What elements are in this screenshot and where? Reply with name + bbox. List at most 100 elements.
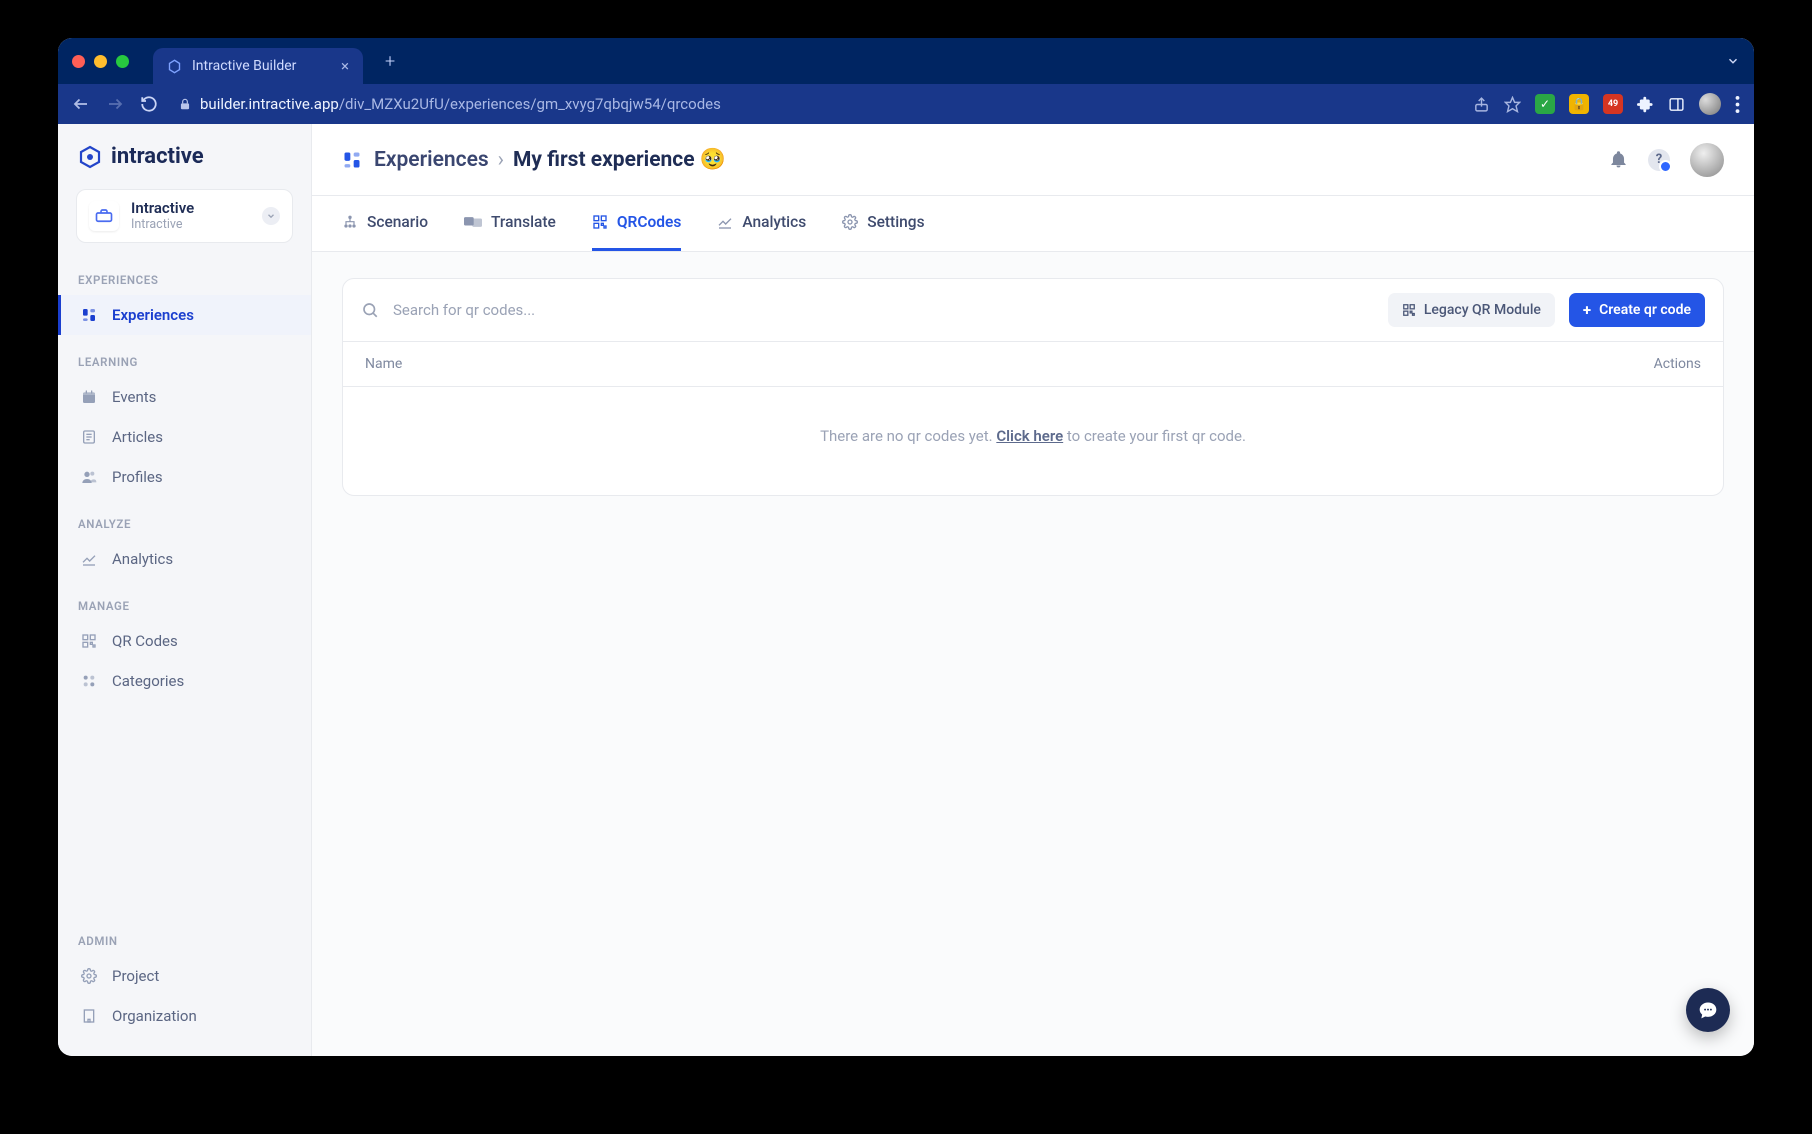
article-icon	[81, 429, 98, 445]
tab-settings[interactable]: Settings	[842, 196, 924, 251]
window-zoom-button[interactable]	[116, 55, 129, 68]
chart-icon	[717, 214, 733, 230]
browser-window: Intractive Builder × + builder.intra	[58, 38, 1754, 1056]
sidebar-item-categories[interactable]: Categories	[58, 661, 311, 701]
logo-text: intractive	[111, 144, 204, 169]
notifications-button[interactable]	[1609, 150, 1628, 169]
nav-section-title: ADMIN	[58, 914, 311, 956]
help-button[interactable]: ?	[1648, 149, 1670, 171]
breadcrumb: Experiences › My first experience 🥹	[374, 148, 726, 172]
chat-fab[interactable]	[1686, 988, 1730, 1032]
button-label: Create qr code	[1599, 302, 1691, 318]
nav-section-title: MANAGE	[58, 579, 311, 621]
url-field[interactable]: builder.intractive.app/div_MZXu2UfU/expe…	[172, 89, 1459, 119]
sidebar-item-project[interactable]: Project	[58, 956, 311, 996]
window-close-button[interactable]	[72, 55, 85, 68]
org-icon	[89, 201, 119, 231]
nav-section-title: EXPERIENCES	[58, 253, 311, 295]
sidebar-item-profiles[interactable]: Profiles	[58, 457, 311, 497]
sidebar-item-label: Profiles	[112, 468, 163, 486]
window-minimize-button[interactable]	[94, 55, 107, 68]
search-icon	[361, 301, 379, 319]
empty-state: There are no qr codes yet. Click here to…	[343, 387, 1723, 495]
new-tab-button[interactable]: +	[377, 51, 403, 72]
col-actions: Actions	[1654, 356, 1701, 372]
qr-table-card: Legacy QR Module + Create qr code Name A…	[342, 278, 1724, 496]
sidebar-item-label: Project	[112, 967, 159, 985]
create-qr-code-button[interactable]: + Create qr code	[1569, 293, 1705, 327]
empty-text-pre: There are no qr codes yet.	[820, 427, 996, 445]
button-label: Legacy QR Module	[1424, 302, 1541, 318]
building-icon	[81, 1008, 98, 1024]
tab-label: Translate	[491, 213, 556, 231]
expand-tabs-button[interactable]	[1726, 54, 1740, 68]
sidebar: intractive Intractive Intractive EXPERIE…	[58, 124, 312, 1056]
tab-label: Analytics	[742, 213, 806, 231]
calendar-icon	[81, 389, 98, 405]
main-area: Experiences › My first experience 🥹 ? Sc…	[312, 124, 1754, 1056]
page-tabs: Scenario Translate QRCodes Analytics Setting…	[312, 196, 1754, 252]
profile-avatar[interactable]	[1699, 93, 1721, 115]
extension-icon[interactable]: ✓	[1535, 94, 1555, 114]
chart-icon	[81, 551, 98, 567]
content: Legacy QR Module + Create qr code Name A…	[312, 252, 1754, 1056]
sidebar-item-articles[interactable]: Articles	[58, 417, 311, 457]
back-button[interactable]	[72, 95, 88, 113]
extensions-menu-icon[interactable]	[1637, 96, 1654, 113]
qr-icon	[1402, 303, 1416, 317]
tab-analytics[interactable]: Analytics	[717, 196, 806, 251]
breadcrumb-root[interactable]: Experiences	[374, 148, 489, 172]
share-icon[interactable]	[1473, 96, 1490, 113]
extension-icon[interactable]: 🔒	[1569, 94, 1589, 114]
sidebar-item-label: Experiences	[112, 306, 194, 324]
qr-icon	[81, 633, 98, 649]
org-switcher[interactable]: Intractive Intractive	[76, 189, 293, 243]
sidebar-item-qr-codes[interactable]: QR Codes	[58, 621, 311, 661]
browser-tab-active[interactable]: Intractive Builder ×	[153, 48, 363, 84]
tab-qrcodes[interactable]: QRCodes	[592, 196, 681, 251]
sidebar-item-organization[interactable]: Organization	[58, 996, 311, 1036]
macos-traffic-lights	[72, 55, 129, 68]
url-host: builder.intractive.app	[200, 95, 339, 113]
sidebar-item-label: QR Codes	[112, 632, 178, 650]
forward-button[interactable]	[106, 95, 122, 113]
reload-button[interactable]	[140, 95, 158, 113]
sidebar-item-events[interactable]: Events	[58, 377, 311, 417]
plus-icon: +	[1583, 301, 1591, 319]
sidebar-item-label: Events	[112, 388, 156, 406]
tab-scenario[interactable]: Scenario	[342, 196, 428, 251]
sidebar-item-label: Articles	[112, 428, 163, 446]
extension-icon[interactable]: 49	[1603, 94, 1623, 114]
profiles-icon	[81, 469, 98, 485]
browser-tab-strip: Intractive Builder × +	[58, 38, 1754, 84]
logo-icon	[78, 145, 102, 169]
tree-icon	[342, 214, 358, 230]
breadcrumb-current: My first experience 🥹	[513, 148, 726, 172]
widgets-icon	[342, 150, 362, 170]
browser-tab-title: Intractive Builder	[192, 58, 296, 74]
nav-section-title: ANALYZE	[58, 497, 311, 539]
browser-menu-icon[interactable]	[1735, 96, 1740, 113]
tab-label: Scenario	[367, 213, 428, 231]
legacy-qr-module-button[interactable]: Legacy QR Module	[1388, 293, 1555, 327]
search-input[interactable]	[391, 300, 771, 320]
gear-icon	[842, 214, 858, 230]
col-name: Name	[365, 356, 402, 372]
tab-label: Settings	[867, 213, 924, 231]
bookmark-icon[interactable]	[1504, 96, 1521, 113]
side-panel-icon[interactable]	[1668, 96, 1685, 113]
page-header: Experiences › My first experience 🥹 ?	[312, 124, 1754, 196]
chevron-down-icon	[262, 207, 280, 225]
sidebar-item-analytics[interactable]: Analytics	[58, 539, 311, 579]
empty-create-link[interactable]: Click here	[996, 427, 1063, 445]
categories-icon	[81, 673, 98, 689]
app-logo[interactable]: intractive	[58, 124, 311, 185]
user-avatar[interactable]	[1690, 143, 1724, 177]
sidebar-item-label: Organization	[112, 1007, 197, 1025]
close-icon[interactable]: ×	[341, 57, 349, 75]
sidebar-item-experiences[interactable]: Experiences	[58, 295, 311, 335]
lock-icon	[178, 97, 192, 111]
tab-translate[interactable]: Translate	[464, 196, 556, 251]
sidebar-item-label: Categories	[112, 672, 184, 690]
favicon	[167, 59, 182, 74]
